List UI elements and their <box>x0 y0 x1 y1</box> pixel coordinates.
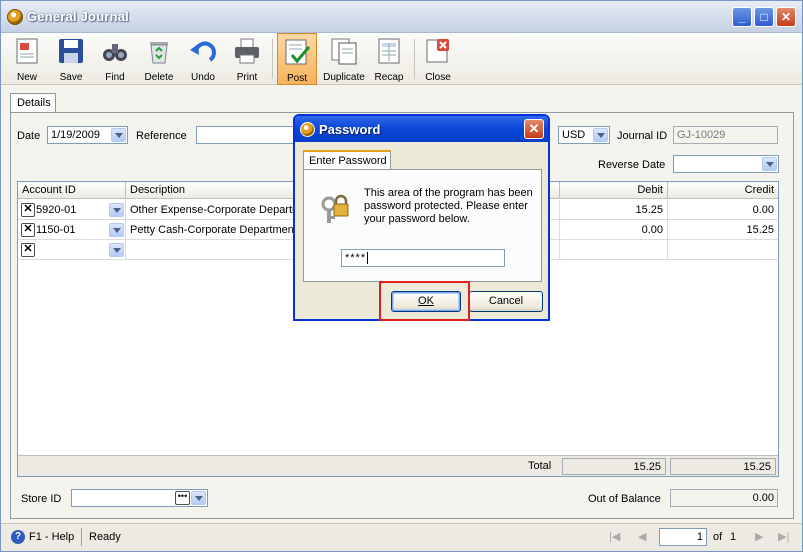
binoculars-icon <box>100 36 130 66</box>
table-row-debit[interactable]: 15.25 <box>560 200 668 220</box>
column-header-debit[interactable]: Debit <box>560 182 668 199</box>
of-label: of <box>713 531 723 543</box>
dialog-close-button[interactable]: ✕ <box>524 119 544 139</box>
help-label[interactable]: F1 - Help <box>29 531 74 543</box>
delete-row-icon[interactable]: ✕ <box>21 203 35 217</box>
status-bar: ? F1 - Help Ready |◀ ◀ 1 of 1 ▶ ▶| <box>1 523 802 551</box>
table-row-credit[interactable]: 0.00 <box>668 200 778 220</box>
prev-page-icon[interactable]: ◀ <box>638 530 646 543</box>
key-lock-icon <box>320 192 352 229</box>
out-of-balance-label: Out of Balance <box>588 493 661 505</box>
delete-row-icon[interactable]: ✕ <box>21 243 35 257</box>
toolbar: New Save Find Delete Undo Print Post Dup… <box>1 33 802 85</box>
recycle-bin-icon <box>144 36 174 66</box>
store-id-dropdown-icon[interactable] <box>191 491 206 505</box>
enter-password-panel: This area of the program has been passwo… <box>303 169 542 282</box>
new-document-icon <box>12 36 42 66</box>
dialog-title: Password <box>319 122 381 137</box>
toolbar-separator <box>414 39 415 79</box>
store-id-field[interactable]: ••• <box>71 489 208 507</box>
totals-bar: Total 15.25 15.25 <box>18 455 778 476</box>
post-checkmark-icon <box>282 37 312 67</box>
reference-field[interactable] <box>196 126 296 144</box>
password-value: **** <box>345 252 367 264</box>
out-of-balance-value: 0.00 <box>752 492 774 504</box>
close-window-button[interactable]: ✕ <box>776 7 796 27</box>
first-page-icon[interactable]: |◀ <box>609 530 620 543</box>
date-label: Date <box>17 130 41 142</box>
total-debit: 15.25 <box>562 458 666 475</box>
help-icon[interactable]: ? <box>11 530 25 544</box>
close-form-icon <box>423 36 453 66</box>
reference-label: Reference <box>136 130 187 142</box>
window-title: General Journal <box>27 9 129 24</box>
currency-select[interactable]: USD <box>558 126 610 144</box>
password-message: This area of the program has been passwo… <box>364 187 533 225</box>
post-button[interactable]: Post <box>277 33 317 85</box>
column-header-credit[interactable]: Credit <box>668 182 778 199</box>
reverse-date-field[interactable] <box>673 155 779 173</box>
find-button[interactable]: Find <box>97 33 133 85</box>
table-row-credit[interactable]: 15.25 <box>668 220 778 240</box>
undo-button[interactable]: Undo <box>185 33 221 85</box>
currency-dropdown-icon[interactable] <box>593 128 608 142</box>
currency-value: USD <box>562 129 586 141</box>
page-number-field[interactable]: 1 <box>659 528 707 546</box>
journal-id-field: GJ-10029 <box>673 126 778 144</box>
undo-arrow-icon <box>188 36 218 66</box>
journal-id-label: Journal ID <box>617 130 668 142</box>
floppy-disk-icon <box>56 36 86 66</box>
ok-button-highlight <box>379 281 470 321</box>
duplicate-icon <box>329 36 359 66</box>
title-bar: General Journal _ □ ✕ <box>1 1 802 33</box>
tab-enter-password[interactable]: Enter Password <box>303 150 391 170</box>
maximize-button[interactable]: □ <box>754 7 774 27</box>
app-logo-icon <box>7 9 23 25</box>
total-pages: 1 <box>730 531 737 543</box>
new-button[interactable]: New <box>9 33 45 85</box>
date-dropdown-icon[interactable] <box>111 128 126 142</box>
save-button[interactable]: Save <box>53 33 89 85</box>
close-button[interactable]: Close <box>420 33 456 85</box>
table-row-debit[interactable]: 0.00 <box>560 220 668 240</box>
dialog-title-bar: Password ✕ <box>295 116 548 142</box>
date-field[interactable]: 1/19/2009 <box>47 126 128 144</box>
last-page-icon[interactable]: ▶| <box>778 530 789 543</box>
password-field[interactable]: **** <box>341 249 505 267</box>
ellipsis-lookup-icon[interactable]: ••• <box>175 491 190 505</box>
text-cursor <box>367 252 369 264</box>
recap-icon <box>374 36 404 66</box>
cancel-button[interactable]: Cancel <box>469 291 543 312</box>
total-credit: 15.25 <box>670 458 776 475</box>
column-header-account-id[interactable]: Account ID <box>18 182 126 199</box>
table-row-credit[interactable] <box>668 240 778 260</box>
next-page-icon[interactable]: ▶ <box>755 530 763 543</box>
recap-button[interactable]: Recap <box>371 33 407 85</box>
account-dropdown-icon[interactable] <box>109 203 124 217</box>
store-id-label: Store ID <box>21 493 62 505</box>
status-text: Ready <box>89 531 121 543</box>
account-dropdown-icon[interactable] <box>109 223 124 237</box>
minimize-button[interactable]: _ <box>732 7 752 27</box>
total-label: Total <box>528 460 552 472</box>
reverse-date-label: Reverse Date <box>598 159 666 171</box>
table-row-debit[interactable] <box>560 240 668 260</box>
journal-id-value: GJ-10029 <box>677 129 726 141</box>
status-separator <box>81 528 82 546</box>
print-button[interactable]: Print <box>229 33 265 85</box>
printer-icon <box>232 36 262 66</box>
delete-row-icon[interactable]: ✕ <box>21 223 35 237</box>
delete-button[interactable]: Delete <box>141 33 177 85</box>
toolbar-separator <box>272 39 273 79</box>
account-dropdown-icon[interactable] <box>109 243 124 257</box>
out-of-balance-field: 0.00 <box>670 489 778 507</box>
reverse-date-dropdown-icon[interactable] <box>762 157 777 171</box>
tab-details[interactable]: Details <box>10 93 56 113</box>
duplicate-button[interactable]: Duplicate <box>322 33 366 85</box>
app-logo-icon <box>300 122 315 137</box>
date-value: 1/19/2009 <box>51 129 100 141</box>
